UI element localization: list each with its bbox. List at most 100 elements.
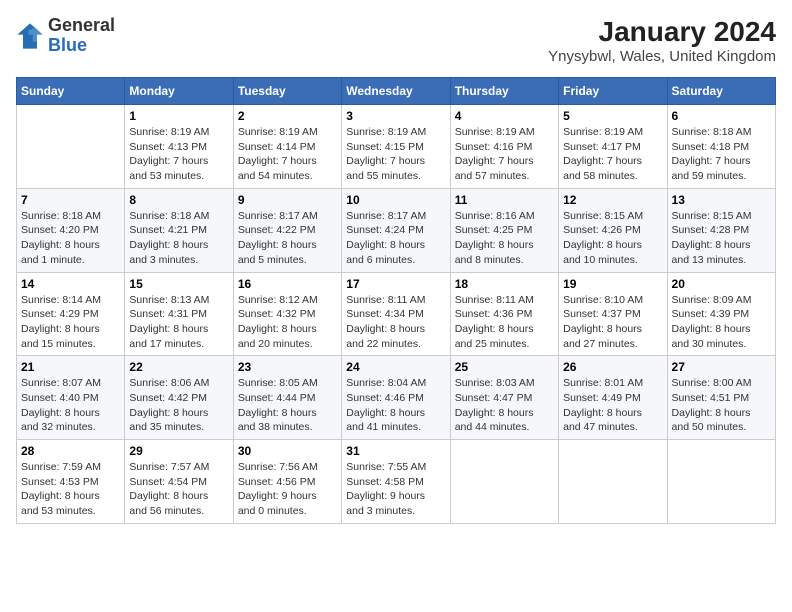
calendar-table: SundayMondayTuesdayWednesdayThursdayFrid… xyxy=(16,77,776,524)
day-number: 28 xyxy=(21,444,120,458)
calendar-cell: 29 Sunrise: 7:57 AMSunset: 4:54 PMDayligh… xyxy=(125,440,233,524)
day-number: 23 xyxy=(238,360,337,374)
header-wednesday: Wednesday xyxy=(342,78,450,105)
calendar-cell: 2Sunrise: 8:19 AMSunset: 4:14 PMDaylight… xyxy=(233,105,341,189)
day-info: Sunrise: 8:15 AMSunset: 4:26 PMDaylight:… xyxy=(563,209,662,268)
logo-general: General xyxy=(48,16,115,36)
calendar-header: SundayMondayTuesdayWednesdayThursdayFrid… xyxy=(17,78,776,105)
day-info: Sunrise: 8:05 AMSunset: 4:44 PMDaylight:… xyxy=(238,376,337,435)
day-info: Sunrise: 8:19 AMSunset: 4:15 PMDaylight:… xyxy=(346,125,445,184)
day-info: Sunrise: 8:15 AMSunset: 4:28 PMDaylight:… xyxy=(672,209,771,268)
day-info: Sunrise: 8:17 AMSunset: 4:24 PMDaylight:… xyxy=(346,209,445,268)
calendar-body: 1 Sunrise: 8:19 AMSunset: 4:13 PMDaylight… xyxy=(17,105,776,524)
header-sunday: Sunday xyxy=(17,78,125,105)
calendar-cell: 28 Sunrise: 7:59 AMSunset: 4:53 PMDayligh… xyxy=(17,440,125,524)
day-number: 3 xyxy=(346,109,445,123)
calendar-cell: 31Sunrise: 7:55 AMSunset: 4:58 PMDayligh… xyxy=(342,440,450,524)
day-number: 9 xyxy=(238,193,337,207)
day-number: 20 xyxy=(672,277,771,291)
week-row-1: 1 Sunrise: 8:19 AMSunset: 4:13 PMDaylight… xyxy=(17,105,776,189)
day-number: 19 xyxy=(563,277,662,291)
calendar-cell: 6Sunrise: 8:18 AMSunset: 4:18 PMDaylight… xyxy=(667,105,775,189)
calendar-cell: 20 Sunrise: 8:09 AMSunset: 4:39 PMDayligh… xyxy=(667,272,775,356)
calendar-cell: 22 Sunrise: 8:06 AMSunset: 4:42 PMDayligh… xyxy=(125,356,233,440)
day-info: Sunrise: 8:03 AMSunset: 4:47 PMDaylight:… xyxy=(455,376,554,435)
day-number: 7 xyxy=(21,193,120,207)
day-info: Sunrise: 8:19 AMSunset: 4:13 PMDaylight:… xyxy=(129,125,228,184)
day-number: 8 xyxy=(129,193,228,207)
calendar-cell xyxy=(559,440,667,524)
day-number: 12 xyxy=(563,193,662,207)
calendar-cell xyxy=(17,105,125,189)
logo-blue: Blue xyxy=(48,36,115,56)
calendar-cell: 12 Sunrise: 8:15 AMSunset: 4:26 PMDayligh… xyxy=(559,188,667,272)
title-block: January 2024 Ynysybwl, Wales, United Kin… xyxy=(548,16,776,65)
calendar-cell xyxy=(450,440,558,524)
logo-icon xyxy=(16,22,44,50)
day-info: Sunrise: 8:10 AMSunset: 4:37 PMDaylight:… xyxy=(563,293,662,352)
day-number: 25 xyxy=(455,360,554,374)
day-number: 24 xyxy=(346,360,445,374)
calendar-cell: 8 Sunrise: 8:18 AMSunset: 4:21 PMDaylight… xyxy=(125,188,233,272)
day-number: 16 xyxy=(238,277,337,291)
calendar-cell: 17Sunrise: 8:11 AMSunset: 4:34 PMDayligh… xyxy=(342,272,450,356)
day-info: Sunrise: 8:19 AMSunset: 4:16 PMDaylight:… xyxy=(455,125,554,184)
day-info: Sunrise: 8:04 AMSunset: 4:46 PMDaylight:… xyxy=(346,376,445,435)
day-number: 11 xyxy=(455,193,554,207)
day-info: Sunrise: 8:09 AMSunset: 4:39 PMDaylight:… xyxy=(672,293,771,352)
day-info: Sunrise: 8:19 AMSunset: 4:14 PMDaylight:… xyxy=(238,125,337,184)
calendar-cell: 5 Sunrise: 8:19 AMSunset: 4:17 PMDaylight… xyxy=(559,105,667,189)
logo-text: General Blue xyxy=(48,16,115,56)
calendar-cell: 4 Sunrise: 8:19 AMSunset: 4:16 PMDaylight… xyxy=(450,105,558,189)
day-info: Sunrise: 8:18 AMSunset: 4:20 PMDaylight:… xyxy=(21,209,120,268)
day-info: Sunrise: 8:06 AMSunset: 4:42 PMDaylight:… xyxy=(129,376,228,435)
day-number: 4 xyxy=(455,109,554,123)
calendar-cell: 14Sunrise: 8:14 AMSunset: 4:29 PMDayligh… xyxy=(17,272,125,356)
day-info: Sunrise: 7:57 AMSunset: 4:54 PMDaylight:… xyxy=(129,460,228,519)
day-info: Sunrise: 8:14 AMSunset: 4:29 PMDaylight:… xyxy=(21,293,120,352)
day-number: 27 xyxy=(672,360,771,374)
calendar-cell: 11Sunrise: 8:16 AMSunset: 4:25 PMDayligh… xyxy=(450,188,558,272)
calendar-cell: 24 Sunrise: 8:04 AMSunset: 4:46 PMDayligh… xyxy=(342,356,450,440)
header-saturday: Saturday xyxy=(667,78,775,105)
day-number: 5 xyxy=(563,109,662,123)
day-number: 26 xyxy=(563,360,662,374)
calendar-cell: 30Sunrise: 7:56 AMSunset: 4:56 PMDayligh… xyxy=(233,440,341,524)
calendar-title: January 2024 xyxy=(548,16,776,48)
day-number: 15 xyxy=(129,277,228,291)
week-row-2: 7 Sunrise: 8:18 AMSunset: 4:20 PMDaylight… xyxy=(17,188,776,272)
logo: General Blue xyxy=(16,16,115,56)
calendar-cell: 10 Sunrise: 8:17 AMSunset: 4:24 PMDayligh… xyxy=(342,188,450,272)
day-info: Sunrise: 8:17 AMSunset: 4:22 PMDaylight:… xyxy=(238,209,337,268)
calendar-cell: 23 Sunrise: 8:05 AMSunset: 4:44 PMDayligh… xyxy=(233,356,341,440)
day-number: 22 xyxy=(129,360,228,374)
day-number: 10 xyxy=(346,193,445,207)
calendar-cell: 3 Sunrise: 8:19 AMSunset: 4:15 PMDaylight… xyxy=(342,105,450,189)
week-row-4: 21 Sunrise: 8:07 AMSunset: 4:40 PMDayligh… xyxy=(17,356,776,440)
calendar-cell: 1 Sunrise: 8:19 AMSunset: 4:13 PMDaylight… xyxy=(125,105,233,189)
calendar-cell: 19 Sunrise: 8:10 AMSunset: 4:37 PMDayligh… xyxy=(559,272,667,356)
day-number: 21 xyxy=(21,360,120,374)
calendar-cell: 9 Sunrise: 8:17 AMSunset: 4:22 PMDaylight… xyxy=(233,188,341,272)
day-info: Sunrise: 8:19 AMSunset: 4:17 PMDaylight:… xyxy=(563,125,662,184)
day-info: Sunrise: 8:13 AMSunset: 4:31 PMDaylight:… xyxy=(129,293,228,352)
day-info: Sunrise: 8:01 AMSunset: 4:49 PMDaylight:… xyxy=(563,376,662,435)
calendar-subtitle: Ynysybwl, Wales, United Kingdom xyxy=(548,48,776,65)
day-info: Sunrise: 8:18 AMSunset: 4:21 PMDaylight:… xyxy=(129,209,228,268)
calendar-cell xyxy=(667,440,775,524)
day-info: Sunrise: 7:59 AMSunset: 4:53 PMDaylight:… xyxy=(21,460,120,519)
day-info: Sunrise: 7:56 AMSunset: 4:56 PMDaylight:… xyxy=(238,460,337,519)
header-monday: Monday xyxy=(125,78,233,105)
day-info: Sunrise: 8:11 AMSunset: 4:36 PMDaylight:… xyxy=(455,293,554,352)
day-number: 29 xyxy=(129,444,228,458)
day-number: 1 xyxy=(129,109,228,123)
day-number: 6 xyxy=(672,109,771,123)
day-info: Sunrise: 8:07 AMSunset: 4:40 PMDaylight:… xyxy=(21,376,120,435)
day-number: 31 xyxy=(346,444,445,458)
calendar-cell: 15 Sunrise: 8:13 AMSunset: 4:31 PMDayligh… xyxy=(125,272,233,356)
calendar-cell: 25 Sunrise: 8:03 AMSunset: 4:47 PMDayligh… xyxy=(450,356,558,440)
calendar-cell: 13 Sunrise: 8:15 AMSunset: 4:28 PMDayligh… xyxy=(667,188,775,272)
day-number: 17 xyxy=(346,277,445,291)
day-number: 18 xyxy=(455,277,554,291)
day-number: 13 xyxy=(672,193,771,207)
